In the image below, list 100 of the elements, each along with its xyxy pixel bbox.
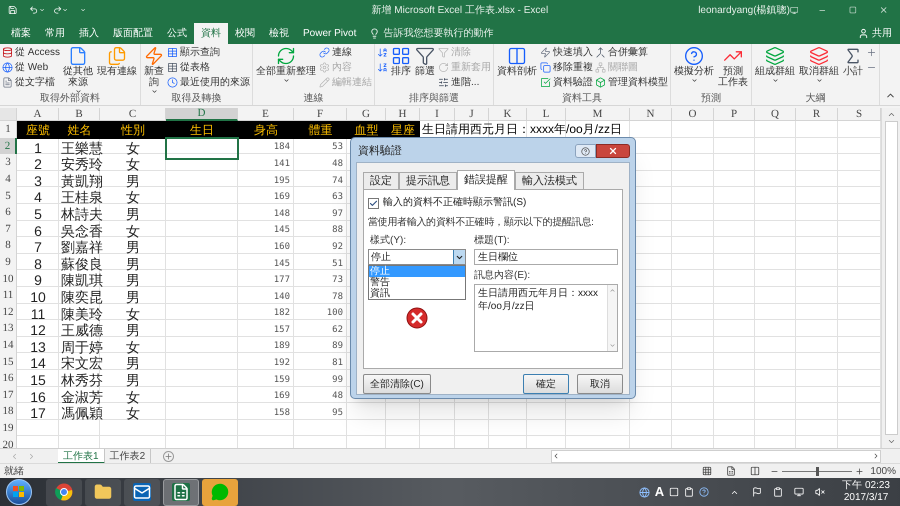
flag-icon[interactable] xyxy=(752,487,762,497)
sheet-tab[interactable]: 工作表1 xyxy=(58,448,105,464)
scroll-down-icon[interactable] xyxy=(886,437,896,446)
ribbon-tab[interactable]: 常用 xyxy=(38,23,72,44)
column-header[interactable]: R xyxy=(796,108,838,121)
column-header[interactable]: K xyxy=(489,108,527,121)
dropdown-option[interactable]: 資訊 xyxy=(369,288,465,299)
column-header[interactable]: I xyxy=(420,108,455,121)
row-header[interactable]: 2 xyxy=(0,138,17,154)
language-icon[interactable] xyxy=(638,486,650,498)
row-header[interactable]: 4 xyxy=(0,170,17,188)
ime-indicator[interactable]: A xyxy=(654,482,664,502)
ribbon-button[interactable]: 資料剖析 xyxy=(496,46,538,77)
page-break-icon[interactable] xyxy=(750,466,760,476)
column-header[interactable]: G xyxy=(347,108,386,121)
clear-all-button[interactable]: 全部清除(C) xyxy=(363,374,431,394)
ribbon-tab[interactable]: 公式 xyxy=(160,23,194,44)
ribbon-button[interactable]: 排序 xyxy=(390,46,412,77)
scroll-left-icon[interactable] xyxy=(552,452,560,460)
column-header[interactable]: N xyxy=(630,108,672,121)
ribbon-button[interactable]: 小計 xyxy=(842,46,864,77)
column-header[interactable]: F xyxy=(294,108,347,121)
ribbon-button[interactable]: 預測 工作表 xyxy=(717,46,750,88)
row-header[interactable]: 5 xyxy=(0,187,17,204)
ribbon-button[interactable]: 從表格 xyxy=(167,61,250,74)
dialog-tab[interactable]: 錯誤提醒 xyxy=(457,170,515,190)
start-button[interactable] xyxy=(6,479,32,505)
dialog-tab[interactable]: 設定 xyxy=(363,172,399,189)
row-header[interactable]: 17 xyxy=(0,386,17,404)
column-header[interactable]: O xyxy=(672,108,714,121)
maximize-icon[interactable] xyxy=(848,5,857,15)
help-button[interactable] xyxy=(575,144,596,158)
row-header[interactable]: 3 xyxy=(0,154,17,171)
undo-icon[interactable] xyxy=(29,4,39,16)
ribbon-button[interactable]: 從 Access xyxy=(2,46,60,59)
row-header[interactable]: 8 xyxy=(0,237,17,254)
dialog-tab[interactable]: 提示訊息 xyxy=(399,172,457,189)
page-layout-icon[interactable] xyxy=(726,466,736,476)
customize-caret-icon[interactable] xyxy=(80,6,86,14)
muted-speaker-icon[interactable] xyxy=(815,487,826,497)
row-header[interactable]: 9 xyxy=(0,254,17,270)
ribbon-tab[interactable]: 檔案 xyxy=(4,23,38,44)
column-header[interactable]: M xyxy=(566,108,630,121)
ribbon-button[interactable]: 取消群組 xyxy=(798,46,840,84)
column-header[interactable]: A xyxy=(17,108,59,121)
column-header[interactable]: B xyxy=(59,108,100,121)
selected-cell[interactable] xyxy=(166,138,238,159)
column-header[interactable]: L xyxy=(527,108,566,121)
vertical-scrollbar[interactable] xyxy=(881,108,900,448)
row-header[interactable]: 7 xyxy=(0,220,17,238)
column-header[interactable]: D xyxy=(166,108,238,121)
ribbon-button[interactable]: 從文字檔 xyxy=(2,76,60,89)
ribbon-button[interactable] xyxy=(377,46,388,59)
save-icon[interactable] xyxy=(8,4,18,16)
add-sheet-icon[interactable] xyxy=(163,450,174,462)
ribbon-button[interactable] xyxy=(377,61,388,74)
close-button[interactable] xyxy=(596,144,630,158)
zoom-percent[interactable]: 100% xyxy=(870,464,896,478)
ribbon-button[interactable]: 組成群組 xyxy=(754,46,796,84)
ribbon-button[interactable]: 移除重複 xyxy=(540,61,594,74)
row-header[interactable]: 12 xyxy=(0,304,17,320)
ribbon-button[interactable]: 顯示查詢 xyxy=(167,46,250,59)
ribbon-tab[interactable]: 版面配置 xyxy=(106,23,160,44)
ribbon-button[interactable]: 現有連線 xyxy=(96,46,138,77)
ribbon-button[interactable]: 全部重新整理 xyxy=(255,46,318,84)
ribbon-button[interactable]: 快速填入 xyxy=(540,46,594,59)
dialog-tab[interactable]: 輸入法模式 xyxy=(515,172,584,189)
row-header[interactable]: 18 xyxy=(0,403,17,420)
ribbon-button[interactable]: 最近使用的來源 xyxy=(167,76,250,89)
ribbon-button[interactable]: 模擬分析 xyxy=(673,46,716,84)
ribbon-button[interactable] xyxy=(866,46,878,59)
network-icon[interactable] xyxy=(794,487,804,497)
scroll-up-icon[interactable] xyxy=(886,110,896,119)
ribbon-tab[interactable]: 資料 xyxy=(194,23,228,44)
tell-me-search[interactable]: 告訴我您想要執行的動作 xyxy=(369,23,494,44)
taskbar-app[interactable] xyxy=(85,478,121,506)
style-select[interactable]: 停止 xyxy=(368,249,466,265)
zoom-thumb[interactable] xyxy=(816,466,819,476)
row-header[interactable]: 14 xyxy=(0,336,17,354)
scroll-right-icon[interactable] xyxy=(872,452,880,460)
share-button[interactable]: 共用 xyxy=(858,23,900,44)
column-header[interactable]: Q xyxy=(755,108,796,121)
clock-time[interactable]: 下午 02:23 xyxy=(842,480,890,492)
ribbon-tab[interactable]: Power Pivot xyxy=(296,23,364,44)
column-header[interactable]: H xyxy=(386,108,420,121)
caret-icon[interactable] xyxy=(38,6,45,14)
column-header[interactable]: P xyxy=(714,108,755,121)
clipboard-icon[interactable] xyxy=(773,487,784,497)
zoom-in-icon[interactable] xyxy=(855,466,864,476)
column-header[interactable]: E xyxy=(238,108,294,121)
ribbon-button[interactable]: 資料驗證 xyxy=(540,76,594,89)
column-header[interactable]: J xyxy=(455,108,489,121)
normal-view-icon[interactable] xyxy=(702,466,712,476)
taskbar-app[interactable] xyxy=(124,478,160,506)
row-header[interactable]: 19 xyxy=(0,420,17,436)
ok-button[interactable]: 確定 xyxy=(523,374,569,394)
row-header[interactable]: 20 xyxy=(0,436,17,448)
row-header[interactable]: 10 xyxy=(0,270,17,287)
row-header[interactable]: 11 xyxy=(0,286,17,304)
ribbon-button[interactable]: 連線 xyxy=(319,46,372,59)
